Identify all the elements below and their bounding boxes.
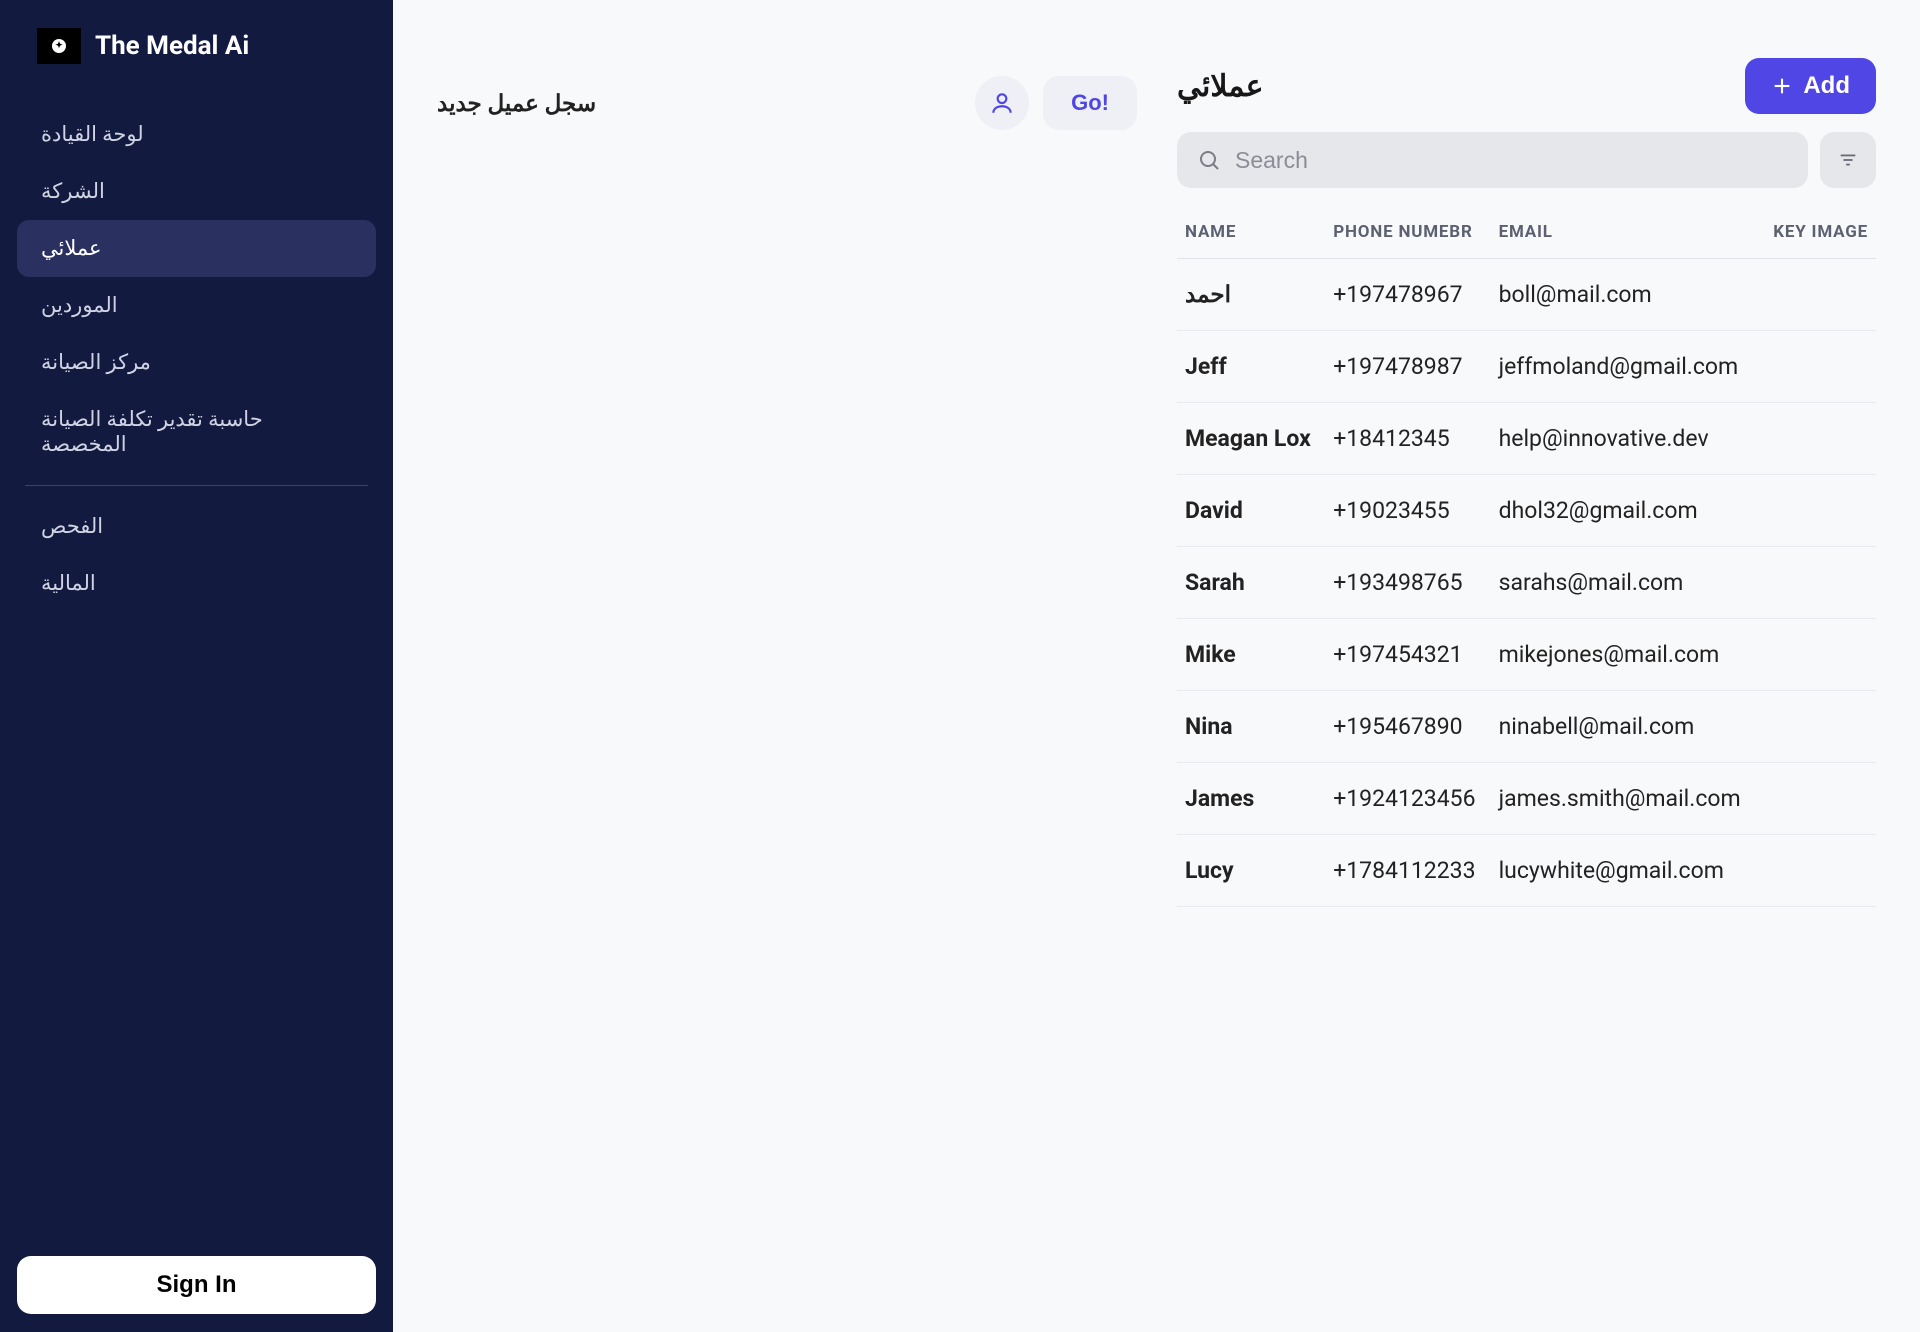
cell-email: jeffmoland@gmail.com [1491, 331, 1761, 403]
cell-email: boll@mail.com [1491, 259, 1761, 331]
cell-email: ninabell@mail.com [1491, 691, 1761, 763]
cell-phone: +197478987 [1325, 331, 1490, 403]
cell-name: Mike [1177, 619, 1325, 691]
add-button[interactable]: Add [1745, 58, 1876, 114]
brand-logo-icon: ✦ [52, 39, 66, 53]
cell-phone: +195467890 [1325, 691, 1490, 763]
table-row[interactable]: Mike+197454321mikejones@mail.com [1177, 619, 1876, 691]
cell-name: David [1177, 475, 1325, 547]
cell-email: mikejones@mail.com [1491, 619, 1761, 691]
cell-name: Jeff [1177, 331, 1325, 403]
cell-phone: +1784112233 [1325, 835, 1490, 907]
table-row[interactable]: Nina+195467890ninabell@mail.com [1177, 691, 1876, 763]
search-row [1177, 132, 1876, 188]
nav-item-clients[interactable]: عملائي [17, 220, 376, 277]
register-row: سجل عميل جديد Go! [437, 76, 1137, 130]
nav-item-finance[interactable]: المالية [17, 555, 376, 612]
clients-table: NAME PHONE NUMEBR EMAIL KEY IMAGE احمد+1… [1177, 210, 1876, 907]
nav-primary: لوحة القيادة الشركة عملائي الموردين مركز… [17, 106, 376, 612]
cell-key-image [1760, 403, 1876, 475]
cell-phone: +18412345 [1325, 403, 1490, 475]
signin-button[interactable]: Sign In [17, 1256, 376, 1314]
main: سجل عميل جديد Go! عملائي Add [393, 0, 1920, 1332]
cell-phone: +197454321 [1325, 619, 1490, 691]
table-row[interactable]: Meagan Lox+18412345help@innovative.dev [1177, 403, 1876, 475]
cell-name: Meagan Lox [1177, 403, 1325, 475]
col-name: NAME [1177, 210, 1325, 259]
brand-title: The Medal Ai [95, 31, 249, 61]
cell-email: dhol32@gmail.com [1491, 475, 1761, 547]
sidebar: ✦ The Medal Ai لوحة القيادة الشركة عملائ… [0, 0, 393, 1332]
avatar-button[interactable] [975, 76, 1029, 130]
clients-panel: عملائي Add [1177, 58, 1876, 1292]
go-button[interactable]: Go! [1043, 76, 1137, 130]
search-icon [1197, 148, 1221, 172]
user-icon [989, 90, 1015, 116]
nav-item-suppliers[interactable]: الموردين [17, 277, 376, 334]
table-row[interactable]: Lucy+1784112233lucywhite@gmail.com [1177, 835, 1876, 907]
cell-phone: +19023455 [1325, 475, 1490, 547]
clients-title: عملائي [1177, 69, 1264, 104]
nav-divider [25, 485, 368, 486]
register-client-panel: سجل عميل جديد Go! [437, 58, 1137, 1292]
cell-phone: +1924123456 [1325, 763, 1490, 835]
filter-button[interactable] [1820, 132, 1876, 188]
nav-item-inspection[interactable]: الفحص [17, 498, 376, 555]
clients-table-head: NAME PHONE NUMEBR EMAIL KEY IMAGE [1177, 210, 1876, 259]
cell-email: lucywhite@gmail.com [1491, 835, 1761, 907]
cell-name: James [1177, 763, 1325, 835]
cell-phone: +197478967 [1325, 259, 1490, 331]
cell-name: Lucy [1177, 835, 1325, 907]
cell-key-image [1760, 475, 1876, 547]
table-row[interactable]: James+1924123456james.smith@mail.com [1177, 763, 1876, 835]
table-row[interactable]: David+19023455dhol32@gmail.com [1177, 475, 1876, 547]
cell-name: احمد [1177, 259, 1325, 331]
search-box[interactable] [1177, 132, 1808, 188]
brand-logo: ✦ [37, 28, 81, 64]
table-row[interactable]: Jeff+197478987jeffmoland@gmail.com [1177, 331, 1876, 403]
search-input[interactable] [1235, 147, 1788, 174]
col-keyimage: KEY IMAGE [1760, 210, 1876, 259]
cell-key-image [1760, 691, 1876, 763]
cell-name: Sarah [1177, 547, 1325, 619]
cell-phone: +193498765 [1325, 547, 1490, 619]
col-phone: PHONE NUMEBR [1325, 210, 1490, 259]
nav-item-cost-calculator[interactable]: حاسبة تقدير تكلفة الصيانة المخصصة [17, 391, 376, 473]
cell-email: help@innovative.dev [1491, 403, 1761, 475]
cell-key-image [1760, 619, 1876, 691]
cell-key-image [1760, 331, 1876, 403]
cell-email: james.smith@mail.com [1491, 763, 1761, 835]
clients-header: عملائي Add [1177, 58, 1876, 114]
table-row[interactable]: Sarah+193498765sarahs@mail.com [1177, 547, 1876, 619]
cell-email: sarahs@mail.com [1491, 547, 1761, 619]
cell-key-image [1760, 259, 1876, 331]
cell-key-image [1760, 835, 1876, 907]
cell-key-image [1760, 547, 1876, 619]
cell-key-image [1760, 763, 1876, 835]
brand: ✦ The Medal Ai [17, 20, 376, 84]
filter-icon [1837, 149, 1859, 171]
cell-name: Nina [1177, 691, 1325, 763]
nav-item-company[interactable]: الشركة [17, 163, 376, 220]
nav-item-dashboard[interactable]: لوحة القيادة [17, 106, 376, 163]
table-row[interactable]: احمد+197478967boll@mail.com [1177, 259, 1876, 331]
add-button-label: Add [1803, 72, 1850, 100]
register-title: سجل عميل جديد [437, 90, 961, 117]
col-email: EMAIL [1491, 210, 1761, 259]
plus-icon [1771, 75, 1793, 97]
clients-table-body: احمد+197478967boll@mail.comJeff+19747898… [1177, 259, 1876, 907]
nav-item-maintenance-center[interactable]: مركز الصيانة [17, 334, 376, 391]
